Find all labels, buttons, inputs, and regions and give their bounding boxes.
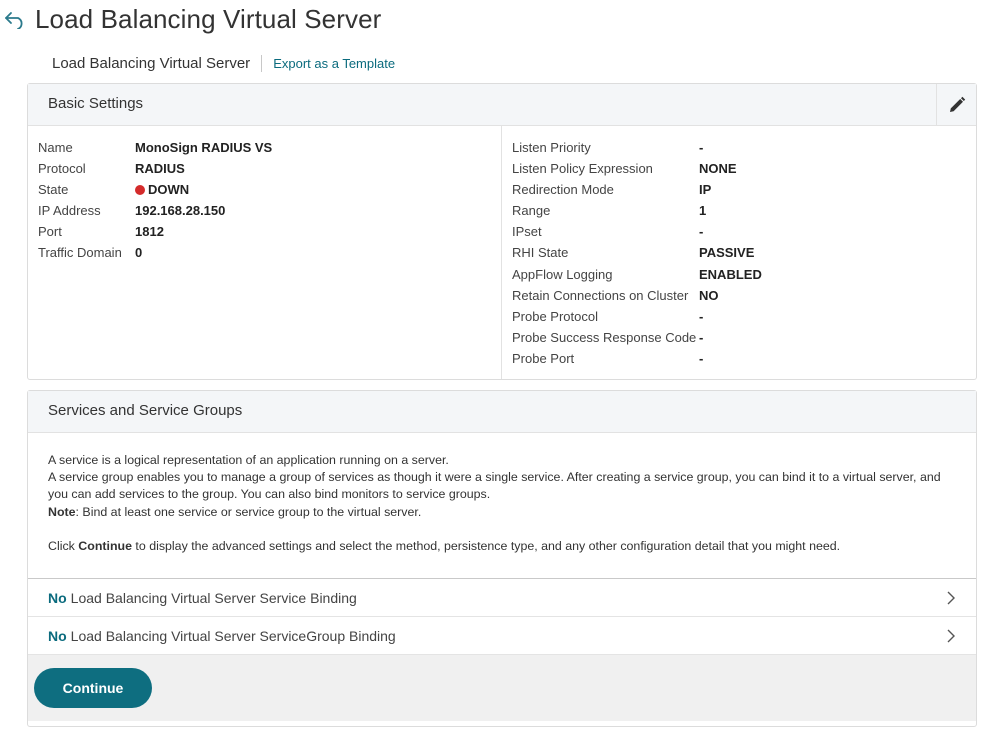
setting-label: IPset xyxy=(512,224,542,240)
hint-prefix: Click xyxy=(48,538,79,553)
setting-value: - xyxy=(699,329,704,345)
servicegroup-binding-row[interactable]: No Load Balancing Virtual Server ServiceG… xyxy=(28,617,976,655)
note-label: Note xyxy=(48,504,76,519)
setting-label: IP Address xyxy=(38,203,101,219)
back-arrow-icon[interactable] xyxy=(4,9,26,29)
setting-value: ENABLED xyxy=(699,266,762,282)
page-title: Load Balancing Virtual Server xyxy=(35,4,382,34)
setting-label: State xyxy=(38,182,69,198)
chevron-right-icon xyxy=(947,591,955,605)
services-title: Services and Service Groups xyxy=(48,402,243,419)
description-line: A service group enables you to manage a … xyxy=(48,470,941,502)
page-header: Load Balancing Virtual Server xyxy=(0,0,985,40)
column-divider xyxy=(501,126,502,379)
setting-label: Redirection Mode xyxy=(512,182,614,198)
basic-settings-header: Basic Settings xyxy=(28,84,976,126)
export-template-link[interactable]: Export as a Template xyxy=(273,56,395,71)
setting-label: Traffic Domain xyxy=(38,245,122,261)
hint-suffix: to display the advanced settings and sel… xyxy=(131,538,841,553)
setting-row-state: State DOWN xyxy=(38,179,272,200)
binding-text: No Load Balancing Virtual Server Service … xyxy=(48,590,357,606)
setting-row-redirection-mode: Redirection Mode IP xyxy=(512,179,762,200)
setting-row-retain-connections: Retain Connections on Cluster NO xyxy=(512,285,762,306)
edit-button[interactable] xyxy=(936,84,976,126)
setting-row-probe-port: Probe Port - xyxy=(512,348,762,369)
basic-settings-panel: Basic Settings Name MonoSign RADIUS VS P… xyxy=(27,83,977,380)
setting-label: Probe Protocol xyxy=(512,308,598,324)
setting-row-listen-priority: Listen Priority - xyxy=(512,137,762,158)
chevron-right-icon xyxy=(947,629,955,643)
setting-label: Listen Policy Expression xyxy=(512,161,653,177)
setting-value: PASSIVE xyxy=(699,245,755,261)
setting-label: AppFlow Logging xyxy=(512,266,613,282)
setting-row-range: Range 1 xyxy=(512,200,762,221)
setting-value: MonoSign RADIUS VS xyxy=(135,140,273,155)
basic-settings-right: Listen Priority - Listen Policy Expressi… xyxy=(512,137,762,369)
setting-value: - xyxy=(699,350,704,366)
setting-row-ip-address: IP Address 192.168.28.150 xyxy=(38,200,272,221)
binding-label: Load Balancing Virtual Server ServiceGro… xyxy=(70,628,396,644)
setting-label: Probe Port xyxy=(512,350,575,366)
setting-row-listen-policy: Listen Policy Expression NONE xyxy=(512,158,762,179)
note-text: : Bind at least one service or service g… xyxy=(75,504,422,519)
setting-row-probe-protocol: Probe Protocol - xyxy=(512,306,762,327)
services-header: Services and Service Groups xyxy=(28,391,976,433)
basic-settings-title: Basic Settings xyxy=(48,95,144,112)
setting-value: RADIUS xyxy=(135,161,185,177)
setting-label: Port xyxy=(38,224,62,240)
binding-count: No xyxy=(48,590,67,606)
setting-label: Listen Priority xyxy=(512,140,591,155)
service-binding-row[interactable]: No Load Balancing Virtual Server Service … xyxy=(28,579,976,617)
setting-row-protocol: Protocol RADIUS xyxy=(38,158,272,179)
setting-row-traffic-domain: Traffic Domain 0 xyxy=(38,242,272,263)
breadcrumb-divider xyxy=(261,54,263,72)
services-panel: Services and Service Groups A service is… xyxy=(27,390,977,727)
setting-row-probe-success-code: Probe Success Response Code - xyxy=(512,327,762,348)
status-down-icon xyxy=(135,185,145,196)
setting-row-appflow-logging: AppFlow Logging ENABLED xyxy=(512,264,762,285)
state-text: DOWN xyxy=(148,182,190,198)
continue-hint: Click Continue to display the advanced s… xyxy=(48,538,956,555)
setting-value: NO xyxy=(699,287,719,303)
setting-label: Probe Success Response Code xyxy=(512,329,697,345)
setting-value: - xyxy=(699,224,704,240)
basic-settings-body: Name MonoSign RADIUS VS Protocol RADIUS … xyxy=(28,126,976,379)
setting-label: Protocol xyxy=(38,161,86,177)
basic-settings-left: Name MonoSign RADIUS VS Protocol RADIUS … xyxy=(38,137,272,264)
setting-row-ipset: IPset - xyxy=(512,221,762,242)
setting-value: 1812 xyxy=(135,224,164,240)
setting-value-state: DOWN xyxy=(135,179,189,200)
setting-value: 192.168.28.150 xyxy=(135,203,226,219)
binding-text: No Load Balancing Virtual Server ServiceG… xyxy=(48,628,396,644)
setting-value: NONE xyxy=(699,161,737,177)
setting-value: - xyxy=(699,140,704,155)
footer-bar: Continue xyxy=(28,655,976,721)
note-line: Note: Bind at least one service or servi… xyxy=(48,504,956,521)
breadcrumb-current: Load Balancing Virtual Server xyxy=(52,54,251,72)
setting-value: IP xyxy=(699,182,712,198)
setting-value: 0 xyxy=(135,245,143,261)
setting-label: Name xyxy=(38,140,73,155)
setting-row-port: Port 1812 xyxy=(38,221,272,242)
services-description: A service is a logical representation of… xyxy=(28,433,976,579)
setting-label: Range xyxy=(512,203,551,219)
binding-label: Load Balancing Virtual Server Service Bi… xyxy=(70,590,357,606)
setting-label: RHI State xyxy=(512,245,569,261)
setting-value: - xyxy=(699,308,704,324)
pencil-icon xyxy=(949,96,965,112)
hint-bold: Continue xyxy=(78,538,132,553)
setting-label: Retain Connections on Cluster xyxy=(512,287,689,303)
binding-count: No xyxy=(48,628,67,644)
breadcrumb: Load Balancing Virtual Server Export as … xyxy=(52,54,395,72)
description-line: A service is a logical representation of… xyxy=(48,453,449,467)
continue-button[interactable]: Continue xyxy=(34,668,152,708)
setting-row-name: Name MonoSign RADIUS VS xyxy=(38,137,272,158)
setting-value: 1 xyxy=(699,203,707,219)
setting-row-rhi-state: RHI State PASSIVE xyxy=(512,242,762,263)
